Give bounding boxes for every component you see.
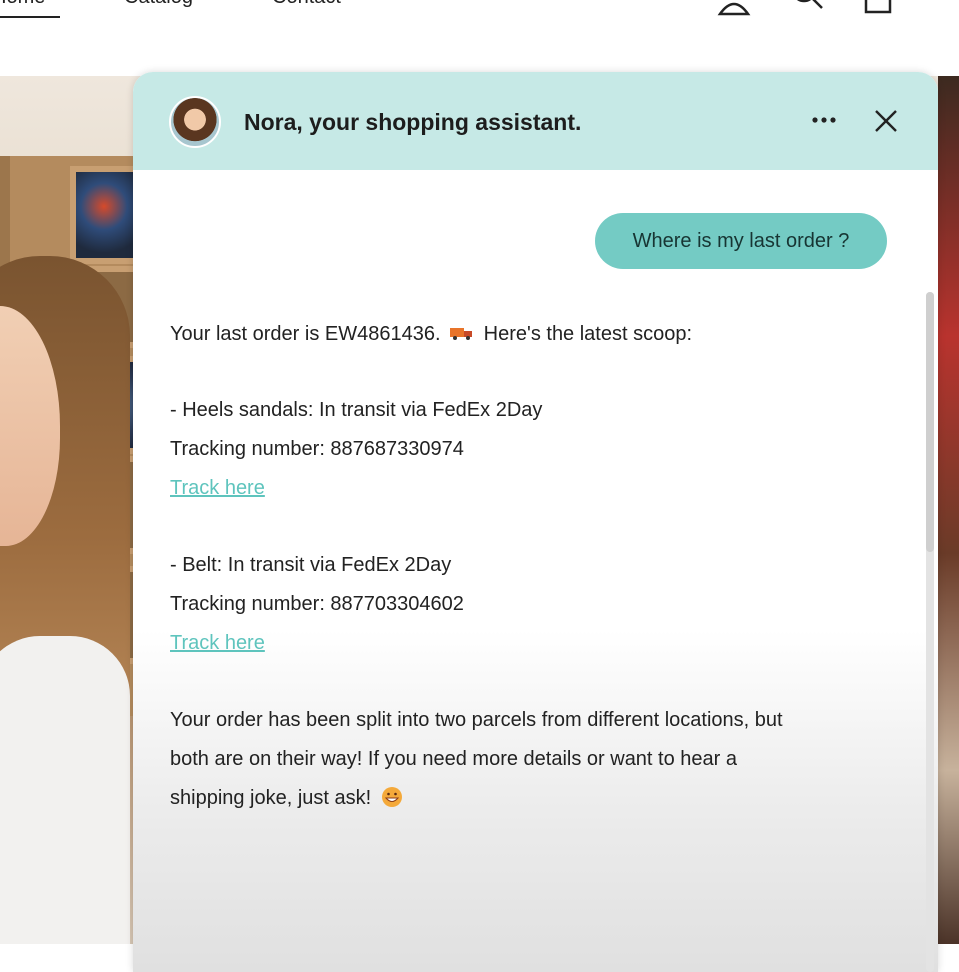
item2-status: - Belt: In transit via FedEx 2Day bbox=[170, 554, 452, 576]
nav-link-home[interactable]: Home bbox=[0, 0, 45, 9]
nav-link-contact[interactable]: Contact bbox=[272, 0, 341, 9]
user-message-bubble: Where is my last order ? bbox=[595, 213, 887, 269]
item2-tracking: Tracking number: 887703304602 bbox=[170, 593, 464, 615]
top-nav: Home Catalog Contact bbox=[0, 0, 959, 76]
nav-link-catalog[interactable]: Catalog bbox=[124, 0, 193, 9]
reply-intro-scoop: Here's the latest scoop: bbox=[483, 323, 693, 345]
reply-closing-line-2: both are on their way! If you need more … bbox=[170, 748, 737, 770]
chat-header: Nora, your shopping assistant. bbox=[133, 72, 938, 170]
scrollbar-thumb[interactable] bbox=[926, 292, 934, 552]
delivery-truck-emoji bbox=[450, 327, 473, 340]
more-options-icon[interactable] bbox=[809, 108, 839, 132]
reply-intro: Your last order is EW4861436. Here's the… bbox=[170, 322, 692, 346]
chat-messages[interactable]: Where is my last order ? Your last order… bbox=[133, 170, 938, 972]
reply-closing-text: shipping joke, just ask! bbox=[170, 787, 372, 809]
woman-shirt bbox=[0, 636, 130, 944]
search-icon[interactable] bbox=[788, 0, 824, 16]
item1-tracking: Tracking number: 887687330974 bbox=[170, 438, 464, 460]
grinning-face-emoji bbox=[381, 786, 402, 807]
account-icon[interactable] bbox=[716, 0, 752, 16]
item1-track-link[interactable]: Track here bbox=[170, 476, 265, 500]
item2-track-link[interactable]: Track here bbox=[170, 631, 265, 655]
reply-intro-order: Your last order is EW4861436. bbox=[170, 323, 441, 345]
cart-icon[interactable] bbox=[860, 0, 896, 16]
nav-home-underline bbox=[0, 16, 60, 18]
assistant-avatar bbox=[169, 96, 221, 148]
reply-closing-line-3: shipping joke, just ask! bbox=[170, 786, 403, 810]
reply-closing-line-1: Your order has been split into two parce… bbox=[170, 709, 783, 731]
background-clothing-rack bbox=[938, 76, 959, 944]
chat-title: Nora, your shopping assistant. bbox=[244, 109, 582, 135]
chat-widget: Nora, your shopping assistant. Where is … bbox=[133, 72, 938, 972]
item1-status: - Heels sandals: In transit via FedEx 2D… bbox=[170, 399, 543, 421]
close-icon[interactable] bbox=[873, 108, 899, 134]
